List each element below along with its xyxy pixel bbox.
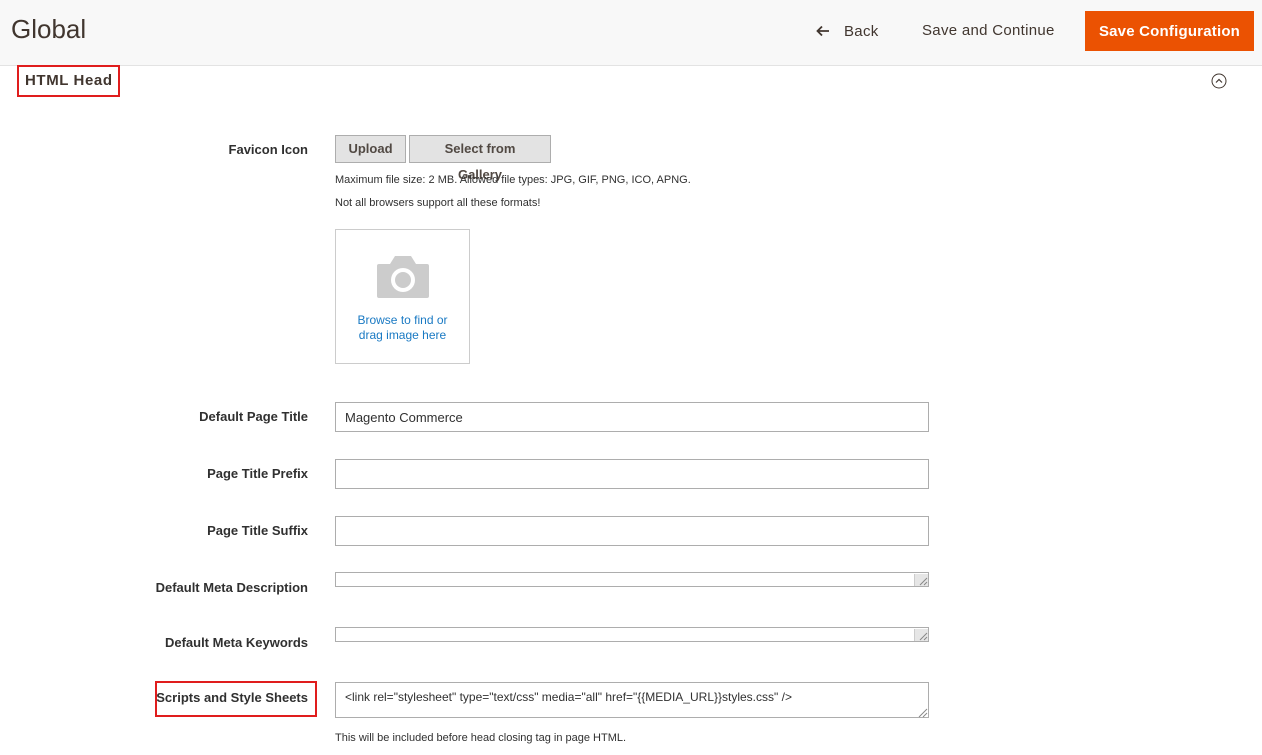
save-configuration-button[interactable]: Save Configuration [1085,11,1254,51]
page-header: Global Back Save and Continue Save Confi… [0,0,1262,66]
favicon-icon-label: Favicon Icon [228,142,308,157]
page-title-prefix-input[interactable] [335,459,929,489]
camera-icon [375,252,431,300]
back-button[interactable]: Back [816,19,879,43]
favicon-browser-note: Not all browsers support all these forma… [335,197,541,209]
dropzone-browse-text[interactable]: Browse to find or drag image here [336,313,469,343]
chevron-up-circle-icon[interactable] [1211,73,1227,89]
back-button-label: Back [844,22,879,40]
save-and-continue-button[interactable]: Save and Continue [922,19,1055,43]
default-meta-keywords-label: Default Meta Keywords [164,635,308,650]
default-meta-description-textarea[interactable] [335,572,929,587]
page-title-suffix-input[interactable] [335,516,929,546]
default-meta-keywords-textarea[interactable] [335,627,929,642]
scripts-note: This will be included before head closin… [335,732,627,744]
section-title-html-head[interactable]: HTML Head [17,65,120,97]
page-title: Global [11,14,87,44]
scripts-and-style-sheets-label: Scripts and Style Sheets [156,690,308,705]
default-meta-description-label: Default Meta Description [155,580,308,595]
resize-grip-icon[interactable] [914,574,928,586]
image-dropzone[interactable]: Browse to find or drag image here [335,229,470,364]
arrow-left-icon [816,24,830,38]
resize-grip-icon[interactable] [914,629,928,641]
select-from-gallery-button[interactable]: Select from Gallery [409,135,551,182]
default-page-title-input[interactable] [335,402,929,432]
upload-button[interactable]: Upload [335,135,406,163]
favicon-size-note: Maximum file size: 2 MB. Allowed file ty… [335,174,691,186]
default-page-title-label: Default Page Title [199,409,308,424]
page-title-prefix-label: Page Title Prefix [207,466,308,481]
resize-grip-icon[interactable] [916,705,928,718]
scripts-and-style-sheets-value: <link rel="stylesheet" type="text/css" m… [345,690,792,704]
page-title-suffix-label: Page Title Suffix [207,523,308,538]
